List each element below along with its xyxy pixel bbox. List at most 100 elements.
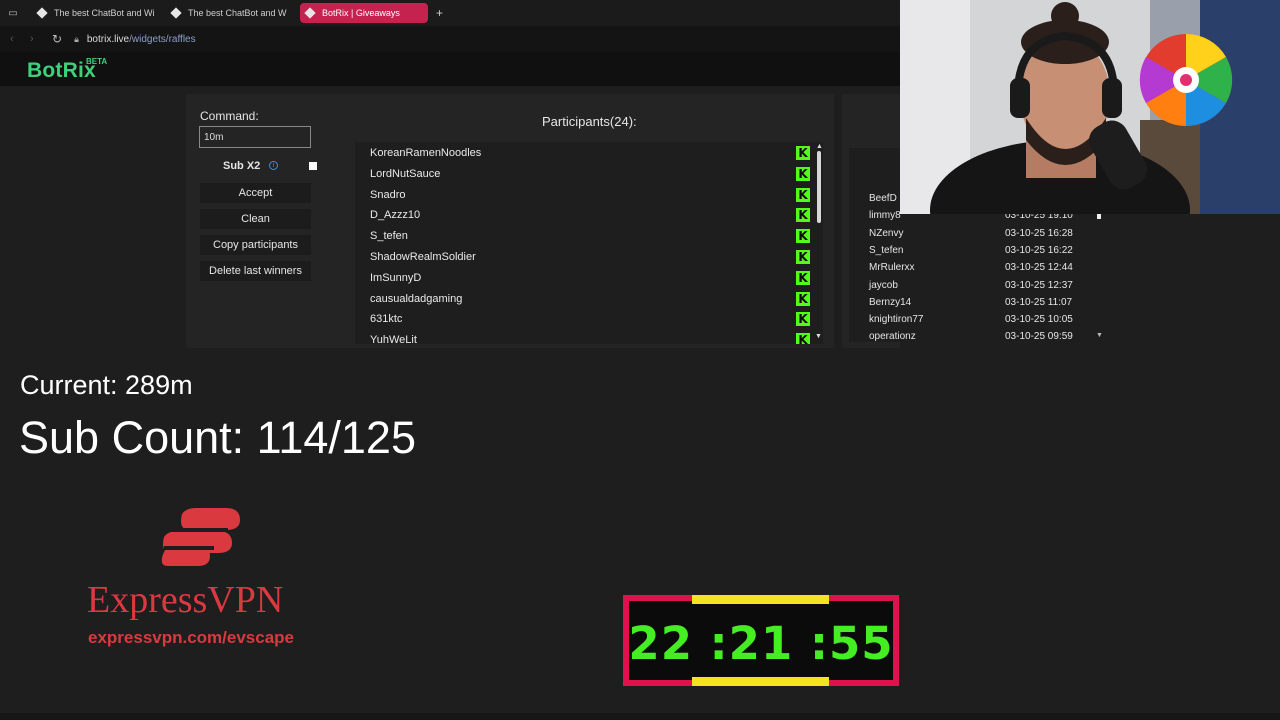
address-bar: ‹ › ↻ 🔒︎ botrix.live/widgets/raffles xyxy=(0,26,900,52)
tab-label: BotRix | Giveaways xyxy=(322,8,400,18)
winner-row[interactable]: jaycob 03-10-25 12:37 xyxy=(869,280,1094,297)
participant-name: ShadowRealmSoldier xyxy=(370,251,476,263)
participant-name: ImSunnyD xyxy=(370,271,422,284)
new-tab-icon[interactable]: + xyxy=(436,6,443,20)
kick-platform-icon: K xyxy=(796,146,810,160)
participants-title: Participants(24): xyxy=(542,114,637,129)
participant-name: S_tefen xyxy=(370,230,408,243)
browser-tab-bar: ▭ The best ChatBot and Wi The best ChatB… xyxy=(0,0,900,26)
winner-name: BeefD xyxy=(869,193,897,204)
winner-date: 03-10-25 10:05 xyxy=(1005,314,1073,326)
app-header: BotRix BETA xyxy=(0,52,900,86)
tab-label: The best ChatBot and Wi xyxy=(54,8,155,18)
kick-platform-icon: K xyxy=(796,270,810,285)
kick-platform-icon: K xyxy=(796,333,810,344)
webcam-image xyxy=(900,0,1280,214)
sponsor-url: expressvpn.com/evscape xyxy=(88,628,295,647)
kick-platform-icon: K xyxy=(796,250,810,264)
kick-platform-icon: K xyxy=(796,291,810,306)
countdown-timer: 22 :21 :55 xyxy=(623,595,899,686)
winner-name: NZenvy xyxy=(869,227,904,239)
participant-row[interactable]: ShadowRealmSoldier K xyxy=(370,247,810,267)
botrix-favicon-icon xyxy=(304,7,316,19)
info-icon[interactable]: i xyxy=(269,161,278,170)
participants-scrollbar[interactable] xyxy=(817,151,821,223)
winner-row[interactable]: S_tefen 03-10-25 16:22 xyxy=(869,245,1094,262)
command-input[interactable]: 10m xyxy=(199,126,311,148)
reload-icon[interactable]: ↻ xyxy=(52,32,62,46)
winner-date: 03-10-25 16:22 xyxy=(1005,244,1073,256)
browser-tab-1[interactable]: The best ChatBot and Wi xyxy=(32,3,160,23)
winner-row[interactable]: operationz 03-10-25 09:59 xyxy=(869,331,1094,342)
participant-row[interactable]: LordNutSauce K xyxy=(370,164,810,184)
url-field[interactable]: botrix.live/widgets/raffles xyxy=(87,34,196,45)
sponsor-name: ExpressVPN xyxy=(87,579,284,621)
winner-name: MrRulerxx xyxy=(869,262,915,274)
participant-row[interactable]: causualdadgaming K xyxy=(370,289,810,309)
winner-row[interactable]: Bernzy14 03-10-25 11:07 xyxy=(869,297,1094,314)
delete-last-winners-button[interactable]: Delete last winners xyxy=(200,261,311,281)
kick-platform-icon: K xyxy=(796,229,810,244)
tab-overview-icon[interactable]: ▭ xyxy=(0,0,26,26)
winner-row[interactable]: NZenvy 03-10-25 16:28 xyxy=(869,228,1094,245)
participant-name: YuhWeLit xyxy=(370,334,417,344)
kick-platform-icon: K xyxy=(796,208,810,223)
participant-name: causualdadgaming xyxy=(370,292,463,305)
sub-count-label: Sub Count: 114/125 xyxy=(19,412,416,463)
participants-list[interactable]: KoreanRamenNoodles K LordNutSauce K Snadro K D… xyxy=(355,142,823,344)
sub-x2-checkbox[interactable] xyxy=(309,162,317,170)
forward-icon[interactable]: › xyxy=(30,33,40,45)
botrix-favicon-icon xyxy=(36,7,48,19)
winner-date: 03-10-25 09:59 xyxy=(1005,331,1073,342)
winner-name: Bernzy14 xyxy=(869,296,912,308)
timer-bottom-bar xyxy=(692,677,829,686)
url-path: /widgets/raffles xyxy=(129,33,196,45)
url-host: botrix.live xyxy=(86,33,130,45)
clean-button[interactable]: Clean xyxy=(200,209,311,229)
winner-name: operationz xyxy=(869,331,916,342)
participant-row[interactable]: 631ktc K xyxy=(370,309,810,329)
winner-name: limmy8 xyxy=(869,210,901,222)
participant-name: LordNutSauce xyxy=(370,167,441,180)
participant-name: KoreanRamenNoodles xyxy=(370,147,482,159)
kick-platform-icon: K xyxy=(796,312,810,327)
winner-date: 03-10-25 16:28 xyxy=(1005,227,1073,239)
winner-row[interactable]: knightiron77 03-10-25 10:05 xyxy=(869,314,1094,331)
lock-icon: 🔒︎ xyxy=(74,33,79,44)
scroll-down-icon[interactable]: ▼ xyxy=(1096,332,1103,339)
bottom-strip xyxy=(0,713,1280,720)
participant-name: 631ktc xyxy=(370,313,403,326)
timer-top-bar xyxy=(692,595,829,604)
command-label: Command: xyxy=(200,109,259,123)
timer-value: 22 :21 :55 xyxy=(628,617,894,670)
participant-row[interactable]: Snadro K xyxy=(370,185,810,205)
sub-x2-label: Sub X2 xyxy=(223,160,261,172)
participant-name: Snadro xyxy=(370,188,406,201)
participant-row[interactable]: YuhWeLit K xyxy=(370,330,810,344)
copy-participants-button[interactable]: Copy participants xyxy=(200,235,311,255)
participant-row[interactable]: S_tefen K xyxy=(370,226,810,246)
participant-row[interactable]: ImSunnyD K xyxy=(370,268,810,288)
participant-row[interactable]: D_Azzz10 K xyxy=(370,205,810,225)
expressvpn-logo-icon xyxy=(161,508,240,566)
webcam-feed xyxy=(900,0,1280,214)
kick-platform-icon: K xyxy=(796,166,810,181)
scroll-up-icon[interactable]: ▲ xyxy=(816,143,823,150)
browser-tab-active[interactable]: BotRix | Giveaways xyxy=(300,3,428,23)
botrix-favicon-icon xyxy=(170,7,182,19)
winner-row[interactable]: MrRulerxx 03-10-25 12:44 xyxy=(869,262,1094,279)
tab-label: The best ChatBot and W xyxy=(188,8,287,18)
beta-badge: BETA xyxy=(86,57,108,66)
winner-name: S_tefen xyxy=(869,244,904,256)
browser-tab-2[interactable]: The best ChatBot and W xyxy=(166,3,294,23)
back-icon[interactable]: ‹ xyxy=(10,33,20,45)
winner-name: jaycob xyxy=(869,279,898,291)
scroll-down-icon[interactable]: ▼ xyxy=(815,333,822,340)
participant-name: D_Azzz10 xyxy=(370,209,421,222)
kick-platform-icon: K xyxy=(796,187,810,202)
participant-row[interactable]: KoreanRamenNoodles K xyxy=(370,143,810,163)
current-time-label: Current: 289m xyxy=(20,370,193,400)
winner-name: knightiron77 xyxy=(869,314,924,326)
accept-button[interactable]: Accept xyxy=(200,183,311,203)
winner-date: 03-10-25 11:07 xyxy=(1005,296,1073,308)
